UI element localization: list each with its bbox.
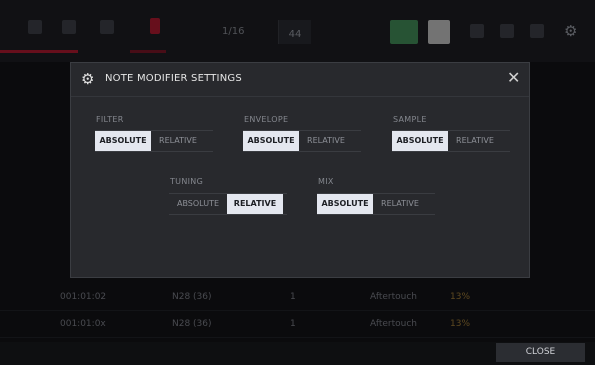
- track-indicator: [0, 50, 78, 53]
- row-type: Aftertouch: [370, 292, 418, 302]
- note-modifier-dialog: ⚙ NOTE MODIFIER SETTINGS ✕ FILTER ABSOLU…: [70, 62, 530, 278]
- track-indicator-secondary: [130, 50, 166, 53]
- top-toolbar: 1/16 44 ⚙: [0, 0, 595, 62]
- filter-label: FILTER: [96, 115, 124, 124]
- record-icon[interactable]: [150, 18, 160, 34]
- sample-toggle: ABSOLUTE RELATIVE: [392, 130, 510, 152]
- dialog-title: NOTE MODIFIER SETTINGS: [105, 73, 242, 84]
- sample-relative-option[interactable]: RELATIVE: [448, 131, 502, 151]
- mix-label: MIX: [318, 177, 334, 186]
- tuning-label: TUNING: [170, 177, 204, 186]
- table-row[interactable]: 001:01:0x N28 (36) 1 Aftertouch 13%: [0, 311, 595, 338]
- filter-relative-option[interactable]: RELATIVE: [151, 131, 205, 151]
- row-type: Aftertouch: [370, 319, 418, 329]
- row-time: 001:01:0x: [60, 319, 106, 329]
- close-button[interactable]: CLOSE: [496, 343, 585, 362]
- mixer-icon[interactable]: [500, 24, 514, 38]
- filter-toggle: ABSOLUTE RELATIVE: [95, 130, 213, 152]
- play-button[interactable]: [390, 20, 418, 44]
- mix-relative-option[interactable]: RELATIVE: [373, 194, 427, 214]
- stop-button[interactable]: [428, 20, 450, 44]
- row-level: 13%: [450, 319, 471, 329]
- envelope-toggle: ABSOLUTE RELATIVE: [243, 130, 361, 152]
- gear-icon[interactable]: ⚙: [564, 22, 577, 40]
- envelope-absolute-option[interactable]: ABSOLUTE: [243, 131, 299, 151]
- row-value: 1: [290, 319, 296, 329]
- table-row[interactable]: 001:01:02 N28 (36) 1 Aftertouch 13%: [0, 284, 595, 311]
- row-note: N28 (36): [172, 292, 212, 302]
- step-counter: 1/16: [222, 26, 245, 37]
- filter-absolute-option[interactable]: ABSOLUTE: [95, 131, 151, 151]
- tuning-relative-option[interactable]: RELATIVE: [227, 194, 283, 214]
- close-icon[interactable]: ✕: [507, 69, 520, 87]
- gear-icon: ⚙: [81, 70, 95, 88]
- tuning-absolute-option[interactable]: ABSOLUTE: [169, 194, 227, 214]
- mix-absolute-option[interactable]: ABSOLUTE: [317, 194, 373, 214]
- grid-icon[interactable]: [62, 20, 76, 34]
- cursor-icon[interactable]: [28, 20, 42, 34]
- sample-absolute-option[interactable]: ABSOLUTE: [392, 131, 448, 151]
- menu-icon[interactable]: [530, 24, 544, 38]
- loop-icon[interactable]: [100, 20, 114, 34]
- dialog-header: ⚙ NOTE MODIFIER SETTINGS ✕: [71, 63, 529, 97]
- envelope-relative-option[interactable]: RELATIVE: [299, 131, 353, 151]
- tuning-toggle: ABSOLUTE RELATIVE: [169, 193, 287, 215]
- row-value: 1: [290, 292, 296, 302]
- mix-toggle: ABSOLUTE RELATIVE: [317, 193, 435, 215]
- envelope-label: ENVELOPE: [244, 115, 289, 124]
- tempo-display[interactable]: 44: [278, 20, 311, 44]
- row-note: N28 (36): [172, 319, 212, 329]
- volume-icon[interactable]: [470, 24, 484, 38]
- row-time: 001:01:02: [60, 292, 107, 302]
- sample-label: SAMPLE: [393, 115, 427, 124]
- row-level: 13%: [450, 292, 471, 302]
